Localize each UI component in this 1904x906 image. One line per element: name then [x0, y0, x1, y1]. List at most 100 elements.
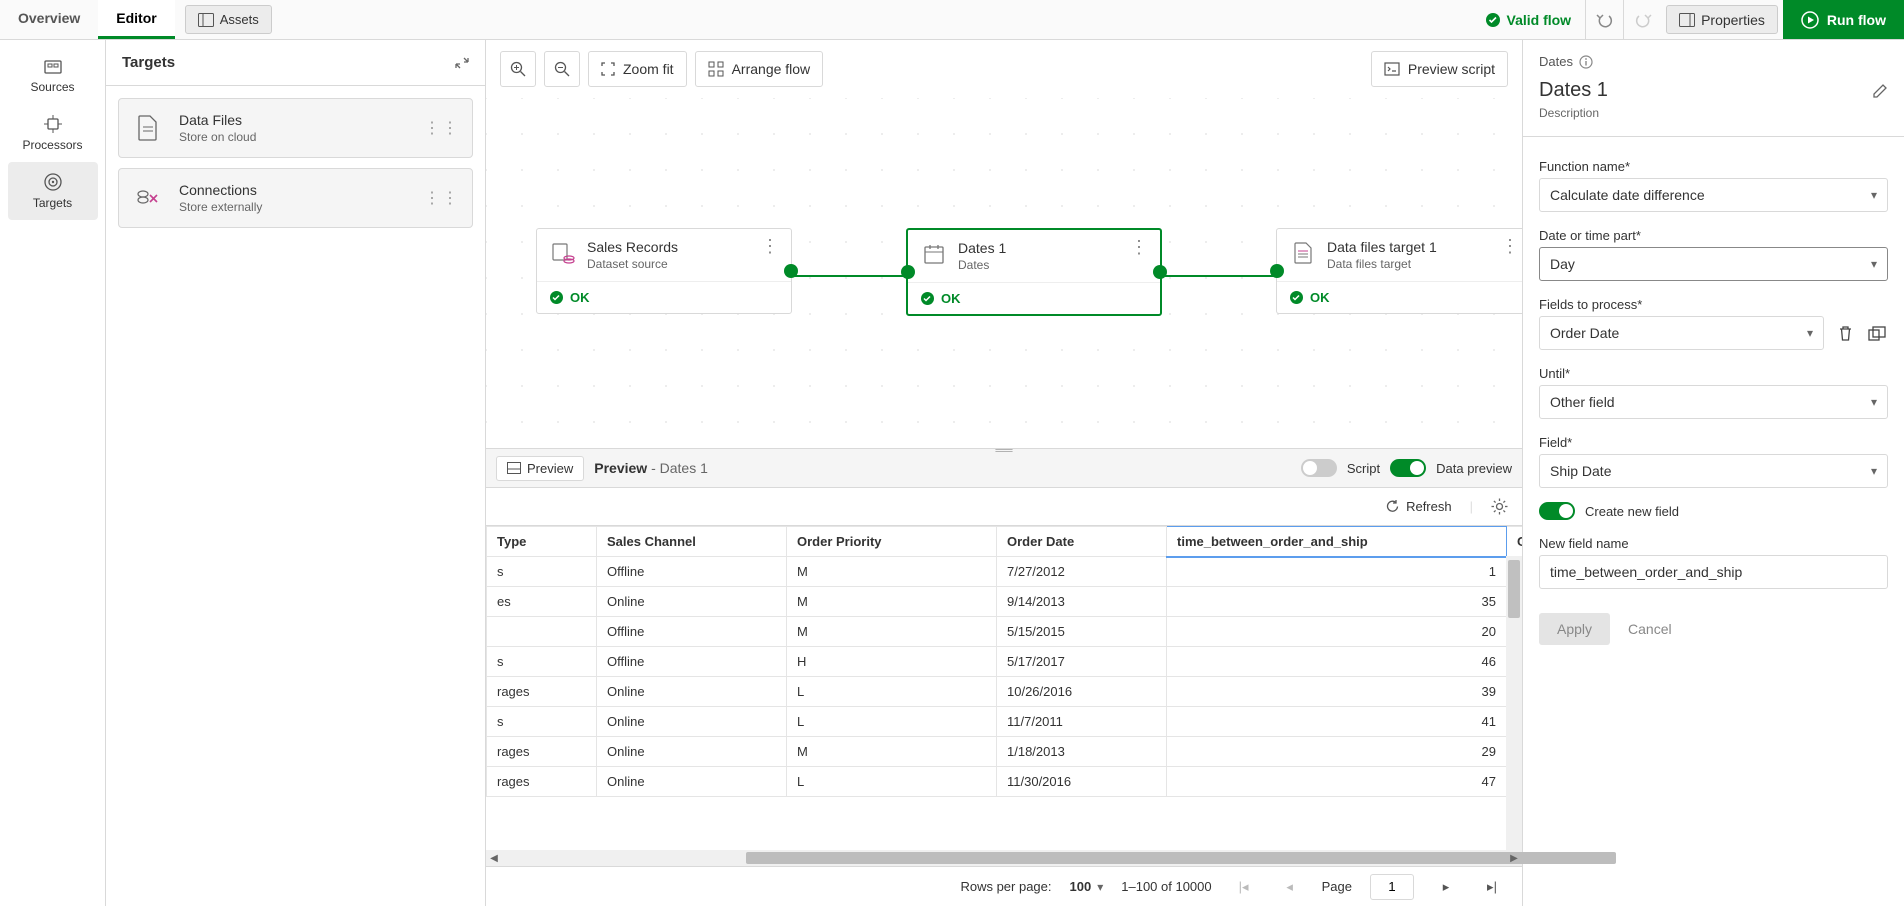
cell: Online [597, 737, 787, 767]
cell: 39 [1167, 677, 1507, 707]
script-toggle[interactable] [1301, 459, 1337, 477]
apply-button[interactable]: Apply [1539, 613, 1610, 645]
zoom-out-button[interactable] [544, 51, 580, 87]
prev-page-button[interactable]: ◂ [1276, 873, 1304, 901]
undo-button[interactable] [1585, 0, 1623, 39]
remove-field-button[interactable] [1834, 322, 1856, 344]
scroll-right-arrow[interactable]: ▶ [1506, 850, 1522, 866]
table-row[interactable]: ragesOnlineL10/26/20163917459019412/4/20… [487, 677, 1523, 707]
col-header[interactable]: Order Date [997, 527, 1167, 557]
collapse-icon[interactable] [455, 56, 469, 70]
target-card-data-files[interactable]: Data Files Store on cloud ⋮⋮ [118, 98, 473, 158]
preview-action-row: Refresh | [486, 488, 1522, 526]
leftnav-sources[interactable]: Sources [8, 48, 98, 104]
page-input[interactable] [1370, 874, 1414, 900]
node-menu-button[interactable]: ⋮ [761, 239, 779, 271]
node-status-text: OK [1310, 290, 1330, 305]
new-field-name-input[interactable]: time_between_order_and_ship [1539, 555, 1888, 589]
properties-button[interactable]: Properties [1666, 5, 1778, 34]
table-row[interactable]: ragesOnlineL11/30/2016476598781941/16/20… [487, 767, 1523, 797]
resize-grip-icon[interactable]: ══ [995, 443, 1012, 457]
last-page-button[interactable]: ▸| [1478, 873, 1506, 901]
tab-editor[interactable]: Editor [98, 0, 174, 39]
col-header[interactable]: Type [487, 527, 597, 557]
create-new-field-toggle[interactable] [1539, 502, 1575, 520]
col-header[interactable]: Order ID [1507, 527, 1523, 557]
node-status-text: OK [570, 290, 590, 305]
output-port[interactable] [784, 264, 798, 278]
cell: H [787, 647, 997, 677]
check-circle-icon [549, 290, 564, 305]
node-dates-1[interactable]: Dates 1 Dates ⋮ OK [906, 228, 1162, 316]
input-port[interactable] [1270, 264, 1284, 278]
cell: Offline [597, 617, 787, 647]
rows-per-page-value: 100 [1070, 879, 1092, 894]
col-header-highlighted[interactable]: time_between_order_and_ship [1167, 527, 1507, 557]
cell: 1 [1167, 557, 1507, 587]
output-port[interactable] [1153, 265, 1167, 279]
refresh-button[interactable]: Refresh [1385, 499, 1452, 514]
cancel-button[interactable]: Cancel [1628, 613, 1672, 645]
assets-label: Assets [220, 12, 259, 27]
preview-chip-button[interactable]: Preview [496, 456, 584, 481]
cell: s [487, 647, 597, 677]
flow-canvas[interactable]: Sales Records Dataset source ⋮ OK [486, 98, 1522, 448]
zoom-fit-button[interactable]: Zoom fit [588, 51, 687, 87]
leftnav-targets[interactable]: Targets [8, 162, 98, 220]
drag-handle-icon[interactable]: ⋮⋮ [424, 118, 460, 138]
horizontal-scrollbar[interactable]: ◀ ▶ [486, 850, 1522, 866]
rows-per-page-select[interactable]: 100 ▾ [1070, 879, 1104, 894]
until-select[interactable]: Other field ▾ [1539, 385, 1888, 419]
table-row[interactable]: sOfflineM7/27/201214433689957/28/2012159… [487, 557, 1523, 587]
node-subtitle: Dates [958, 258, 1006, 272]
table-row[interactable]: ragesOnlineM1/18/2013294257934452/16/201… [487, 737, 1523, 767]
node-menu-button[interactable]: ⋮ [1130, 240, 1148, 272]
node-menu-button[interactable]: ⋮ [1501, 239, 1519, 271]
tab-overview[interactable]: Overview [0, 0, 98, 39]
preview-chip-label: Preview [527, 461, 573, 476]
table-row[interactable]: sOnlineL11/7/20114183019288712/18/201113… [487, 707, 1523, 737]
cell: rages [487, 737, 597, 767]
table-row[interactable]: esOnlineM9/14/20133566759351410/19/20134… [487, 587, 1523, 617]
cell: 7/27/2012 [997, 557, 1167, 587]
target-card-connections[interactable]: Connections Store externally ⋮⋮ [118, 168, 473, 228]
scroll-left-arrow[interactable]: ◀ [486, 850, 502, 866]
node-status-text: OK [941, 291, 961, 306]
cell: Online [597, 767, 787, 797]
col-header[interactable]: Sales Channel [597, 527, 787, 557]
leftnav-processors[interactable]: Processors [8, 104, 98, 162]
zoom-in-button[interactable] [500, 51, 536, 87]
table-row[interactable]: sOfflineH5/17/2017468808115367/2/2017562 [487, 647, 1523, 677]
preview-script-button[interactable]: Preview script [1371, 51, 1508, 87]
settings-button[interactable] [1491, 498, 1508, 515]
redo-button[interactable] [1623, 0, 1661, 39]
first-page-button[interactable]: |◂ [1230, 873, 1258, 901]
target-card-title: Data Files [179, 112, 256, 128]
date-time-part-label: Date or time part* [1539, 228, 1888, 243]
drag-handle-icon[interactable]: ⋮⋮ [424, 188, 460, 208]
arrange-flow-button[interactable]: Arrange flow [695, 51, 824, 87]
cell: 20 [1167, 617, 1507, 647]
cell: 5/17/2017 [997, 647, 1167, 677]
run-flow-button[interactable]: Run flow [1783, 0, 1904, 39]
field-select[interactable]: Ship Date ▾ [1539, 454, 1888, 488]
node-sales-records[interactable]: Sales Records Dataset source ⋮ OK [536, 228, 792, 314]
fields-to-process-select[interactable]: Order Date ▾ [1539, 316, 1824, 350]
edit-title-button[interactable] [1872, 83, 1888, 99]
function-name-select[interactable]: Calculate date difference ▾ [1539, 178, 1888, 212]
info-icon[interactable] [1579, 55, 1593, 69]
bulk-select-button[interactable] [1866, 322, 1888, 344]
next-page-button[interactable]: ▸ [1432, 873, 1460, 901]
assets-button[interactable]: Assets [185, 5, 272, 34]
data-preview-toggle[interactable] [1390, 459, 1426, 477]
panel-description: Description [1539, 106, 1888, 120]
until-label: Until* [1539, 366, 1888, 381]
col-header[interactable]: Order Priority [787, 527, 997, 557]
node-data-files-target[interactable]: Data files target 1 Data files target ⋮ … [1276, 228, 1522, 314]
table-row[interactable]: OfflineM5/15/2015209400995856/4/2015360 [487, 617, 1523, 647]
vertical-scrollbar[interactable] [1506, 556, 1522, 850]
date-time-part-select[interactable]: Day ▾ [1539, 247, 1888, 281]
preview-script-label: Preview script [1408, 61, 1495, 77]
rows-per-page-label: Rows per page: [960, 879, 1051, 894]
input-port[interactable] [901, 265, 915, 279]
